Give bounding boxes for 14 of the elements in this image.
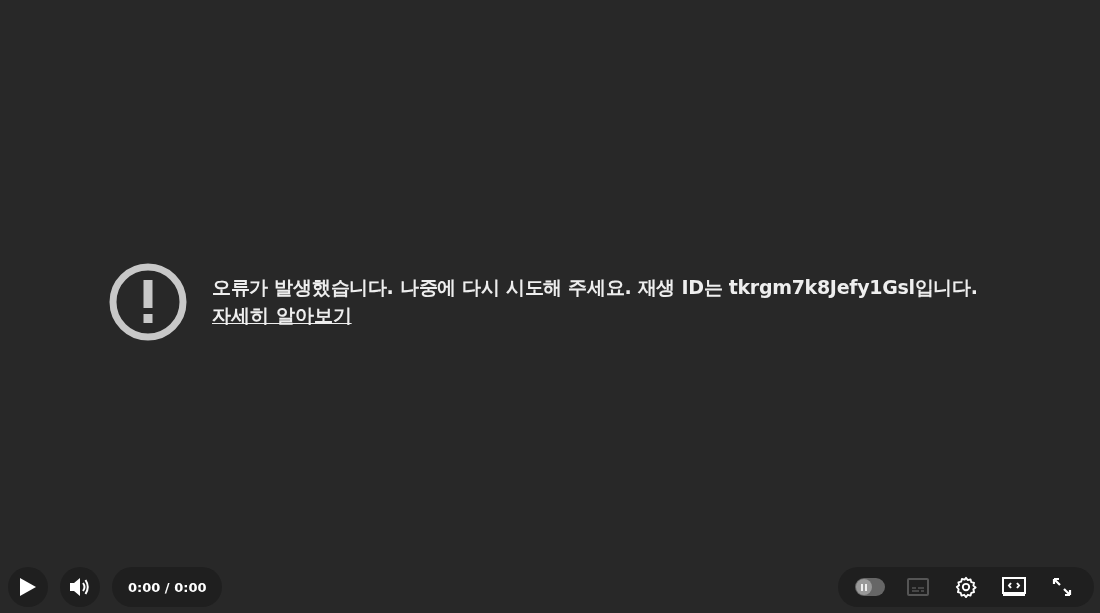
volume-button[interactable] bbox=[60, 567, 100, 607]
play-button[interactable] bbox=[8, 567, 48, 607]
fullscreen-icon bbox=[1052, 577, 1072, 597]
subtitles-icon bbox=[907, 578, 929, 596]
warning-icon bbox=[108, 261, 188, 342]
learn-more-link[interactable]: 자세히 알아보기 bbox=[212, 302, 352, 329]
settings-icon bbox=[955, 576, 977, 598]
theater-mode-icon bbox=[1002, 577, 1026, 597]
error-message: 오류가 발생했습니다. 나중에 다시 시도해 주세요. 재생 ID는 tkrgm7k8Jefy1Gsl입니다. bbox=[212, 274, 978, 300]
play-icon bbox=[19, 577, 37, 597]
time-display: 0:00 / 0:00 bbox=[112, 567, 223, 607]
autoplay-toggle[interactable] bbox=[855, 578, 885, 596]
pause-icon bbox=[861, 583, 867, 591]
speaker-icon bbox=[69, 577, 91, 597]
